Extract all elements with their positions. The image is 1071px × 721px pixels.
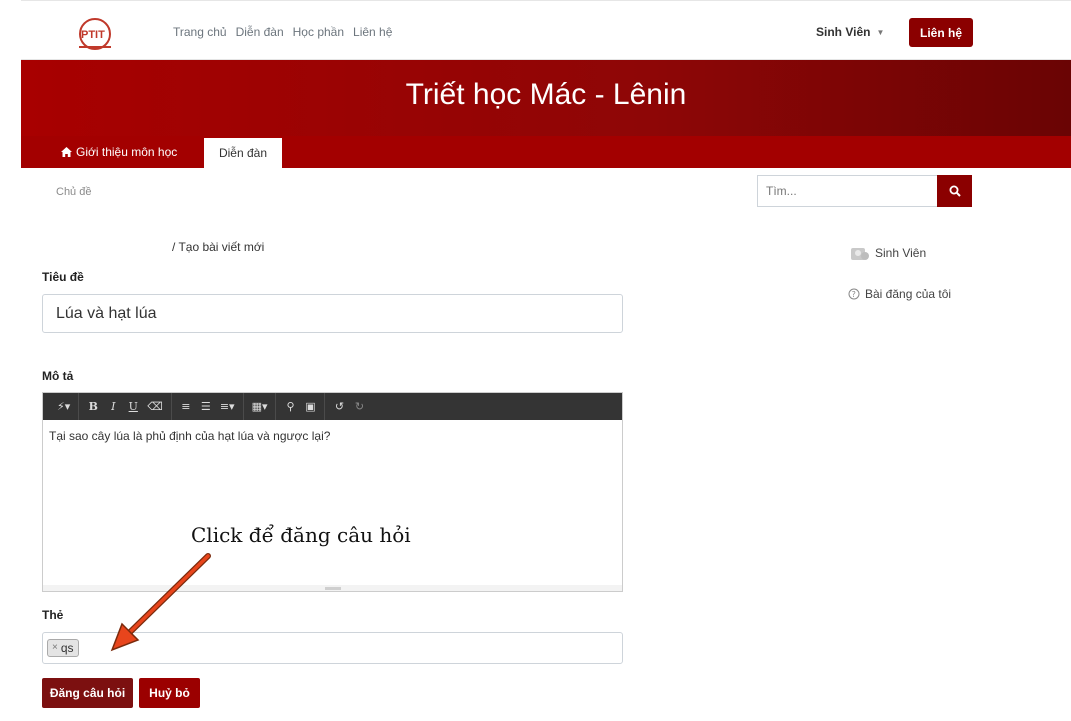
cancel-button[interactable]: Huỷ bỏ [139, 678, 200, 708]
svg-text:?: ? [852, 290, 856, 299]
course-title: Triết học Mác - Lênin [405, 78, 687, 111]
ptit-logo[interactable]: PTIT [75, 14, 115, 52]
subject-link[interactable]: Chủ đề [56, 186, 91, 198]
window-left-margin [0, 0, 21, 721]
redo-icon[interactable]: ↻ [349, 393, 369, 420]
contact-button[interactable]: Liên hệ [909, 18, 973, 47]
description-label: Mô tả [42, 369, 74, 383]
italic-icon[interactable]: I [103, 393, 123, 420]
table-icon[interactable]: ▦▾ [248, 393, 272, 420]
underline-icon[interactable]: U [123, 393, 143, 420]
nav-link-contact[interactable]: Liên hệ [353, 25, 392, 39]
nav-links: Trang chủ Diễn đàn Học phần Liên hệ [173, 25, 392, 39]
picture-icon[interactable]: ▣ [300, 393, 320, 420]
top-navbar: PTIT Trang chủ Diễn đàn Học phần Liên hệ… [21, 6, 1071, 60]
user-dropdown-label: Sinh Viên [816, 25, 871, 39]
sidebar-my-posts-label: Bài đăng của tôi [865, 287, 952, 301]
align-icon[interactable]: ≡▾ [216, 393, 239, 420]
bold-icon[interactable]: B [83, 393, 103, 420]
ordered-list-icon[interactable]: ☰ [196, 393, 216, 420]
annotation-arrow-icon [110, 553, 211, 652]
search-button[interactable] [937, 175, 972, 207]
nav-link-home[interactable]: Trang chủ [173, 25, 227, 39]
annotation-text: Click để đăng câu hỏi [191, 523, 411, 547]
tab-intro-label: Giới thiệu môn học [76, 145, 178, 159]
search-bar [757, 175, 972, 207]
tags-label: Thẻ [42, 608, 64, 622]
link-icon[interactable]: ⚲ [280, 393, 300, 420]
remove-tag-icon[interactable]: × [52, 642, 58, 653]
magic-icon[interactable]: ⚡▾ [53, 393, 74, 420]
undo-icon[interactable]: ↺ [329, 393, 349, 420]
home-icon [61, 147, 72, 157]
logo-text: PTIT [81, 29, 105, 41]
nav-link-courses[interactable]: Học phần [293, 25, 344, 39]
sidebar-user[interactable]: Sinh Viên [850, 245, 926, 261]
sidebar-user-label: Sinh Viên [875, 246, 927, 260]
eraser-icon[interactable]: ⌫ [143, 393, 167, 420]
title-label: Tiêu đề [42, 270, 84, 284]
editor-toolbar: ⚡▾ B I U ⌫ ≡ ☰ ≡▾ ▦▾ ⚲ ▣ ↺ ↻ [43, 393, 622, 420]
unordered-list-icon[interactable]: ≡ [176, 393, 196, 420]
course-tabbar: Giới thiệu môn học Diễn đàn [21, 136, 1071, 168]
user-avatar-icon [851, 248, 869, 260]
title-input[interactable]: Lúa và hạt lúa [42, 294, 623, 333]
sidebar-my-posts[interactable]: ? Bài đăng của tôi [848, 287, 951, 301]
caret-down-icon: ▼ [876, 27, 885, 37]
nav-link-forum[interactable]: Diễn đàn [236, 25, 284, 39]
search-icon [949, 185, 961, 197]
submit-question-button[interactable]: Đăng câu hỏi [42, 678, 133, 708]
tab-intro[interactable]: Giới thiệu môn học [61, 136, 177, 168]
tag-chip-label: qs [60, 640, 74, 655]
user-dropdown[interactable]: Sinh Viên ▼ [816, 25, 884, 39]
course-banner: Triết học Mác - Lênin [21, 60, 1071, 136]
title-input-value: Lúa và hạt lúa [56, 304, 157, 322]
breadcrumb: / Tạo bài viết mới [172, 240, 265, 254]
tab-forum[interactable]: Diễn đàn [204, 138, 282, 168]
search-input[interactable] [757, 175, 937, 207]
tag-chip: × qs [47, 638, 79, 657]
question-circle-icon: ? [848, 288, 860, 300]
